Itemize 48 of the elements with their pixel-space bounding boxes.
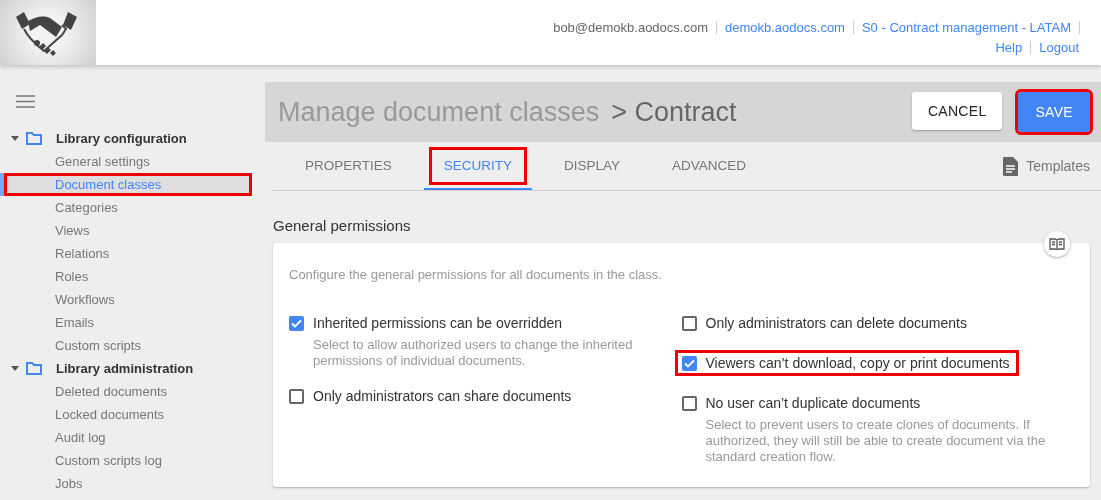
checkbox-label: Viewers can’t download, copy or print documents bbox=[705, 355, 1010, 371]
menu-icon[interactable] bbox=[16, 95, 35, 108]
sidebar-item[interactable]: Deleted documents bbox=[4, 380, 252, 403]
book-icon[interactable] bbox=[1044, 231, 1070, 257]
page-title: Manage document classes bbox=[278, 96, 600, 128]
save-button[interactable]: SAVE bbox=[1018, 92, 1090, 132]
sidebar-item[interactable]: Roles bbox=[4, 265, 252, 288]
breadcrumb-current: > Contract bbox=[611, 96, 737, 128]
sidebar-item[interactable]: Categories bbox=[4, 196, 252, 219]
help-text: Select to prevent users to create clones of documents. If authorized, they will still be able to create document via the standard creation flow. bbox=[705, 417, 1047, 465]
help-text: Select to allow authorized users to change the inherited permissions of individual documents. bbox=[313, 337, 634, 369]
sidebar-group-title[interactable]: Library configuration bbox=[56, 131, 187, 146]
checkbox[interactable] bbox=[289, 315, 304, 331]
header-link[interactable]: S0 - Contract management - LATAM bbox=[852, 21, 1080, 34]
cancel-button[interactable]: CANCEL bbox=[911, 92, 1003, 130]
sidebar-item[interactable]: Locked documents bbox=[4, 403, 252, 426]
sidebar-item[interactable]: Workflows bbox=[4, 288, 252, 311]
sidebar-item[interactable]: Relations bbox=[4, 242, 252, 265]
header-link[interactable]: Logout bbox=[1030, 41, 1079, 54]
sidebar-item[interactable]: General settings bbox=[4, 150, 252, 173]
sidebar-item[interactable]: Views bbox=[4, 219, 252, 242]
folder-icon bbox=[26, 132, 42, 145]
sidebar-item[interactable]: Custom scripts bbox=[4, 334, 252, 357]
sidebar-item[interactable]: Audit log bbox=[4, 426, 252, 449]
tab[interactable]: SECURITY bbox=[423, 142, 533, 190]
header-link[interactable]: demokb.aodocs.com bbox=[716, 21, 853, 34]
sidebar-group-title[interactable]: Library administration bbox=[56, 361, 194, 376]
tab[interactable]: PROPERTIES bbox=[285, 142, 412, 190]
templates-link[interactable]: Templates bbox=[1003, 156, 1101, 176]
header-link[interactable]: Help bbox=[987, 41, 1031, 54]
checkbox-label: Inherited permissions can be overridden bbox=[313, 315, 563, 331]
checkbox[interactable] bbox=[681, 315, 697, 331]
checkbox-label: Only administrators can delete documents bbox=[705, 315, 967, 331]
tab[interactable]: ADVANCED bbox=[652, 142, 767, 190]
checkbox-label: No user can’t duplicate documents bbox=[705, 395, 921, 411]
checkbox[interactable] bbox=[681, 355, 697, 371]
sidebar-item[interactable]: Emails bbox=[4, 311, 252, 334]
user-email: bob@demokb.aodocs.com bbox=[552, 21, 709, 34]
checkbox[interactable] bbox=[681, 395, 697, 411]
folder-icon bbox=[26, 362, 42, 375]
sidebar-item[interactable]: Jobs bbox=[4, 472, 252, 495]
checkbox-label: Only administrators can share documents bbox=[313, 388, 572, 404]
checkbox[interactable] bbox=[289, 388, 304, 404]
section-description: Configure the general permissions for all documents in the class. bbox=[289, 267, 663, 282]
tab[interactable]: DISPLAY bbox=[544, 142, 641, 190]
sidebar-item[interactable]: Custom scripts log bbox=[4, 449, 252, 472]
document-icon bbox=[1003, 156, 1019, 176]
section-title: General permissions bbox=[273, 217, 412, 234]
